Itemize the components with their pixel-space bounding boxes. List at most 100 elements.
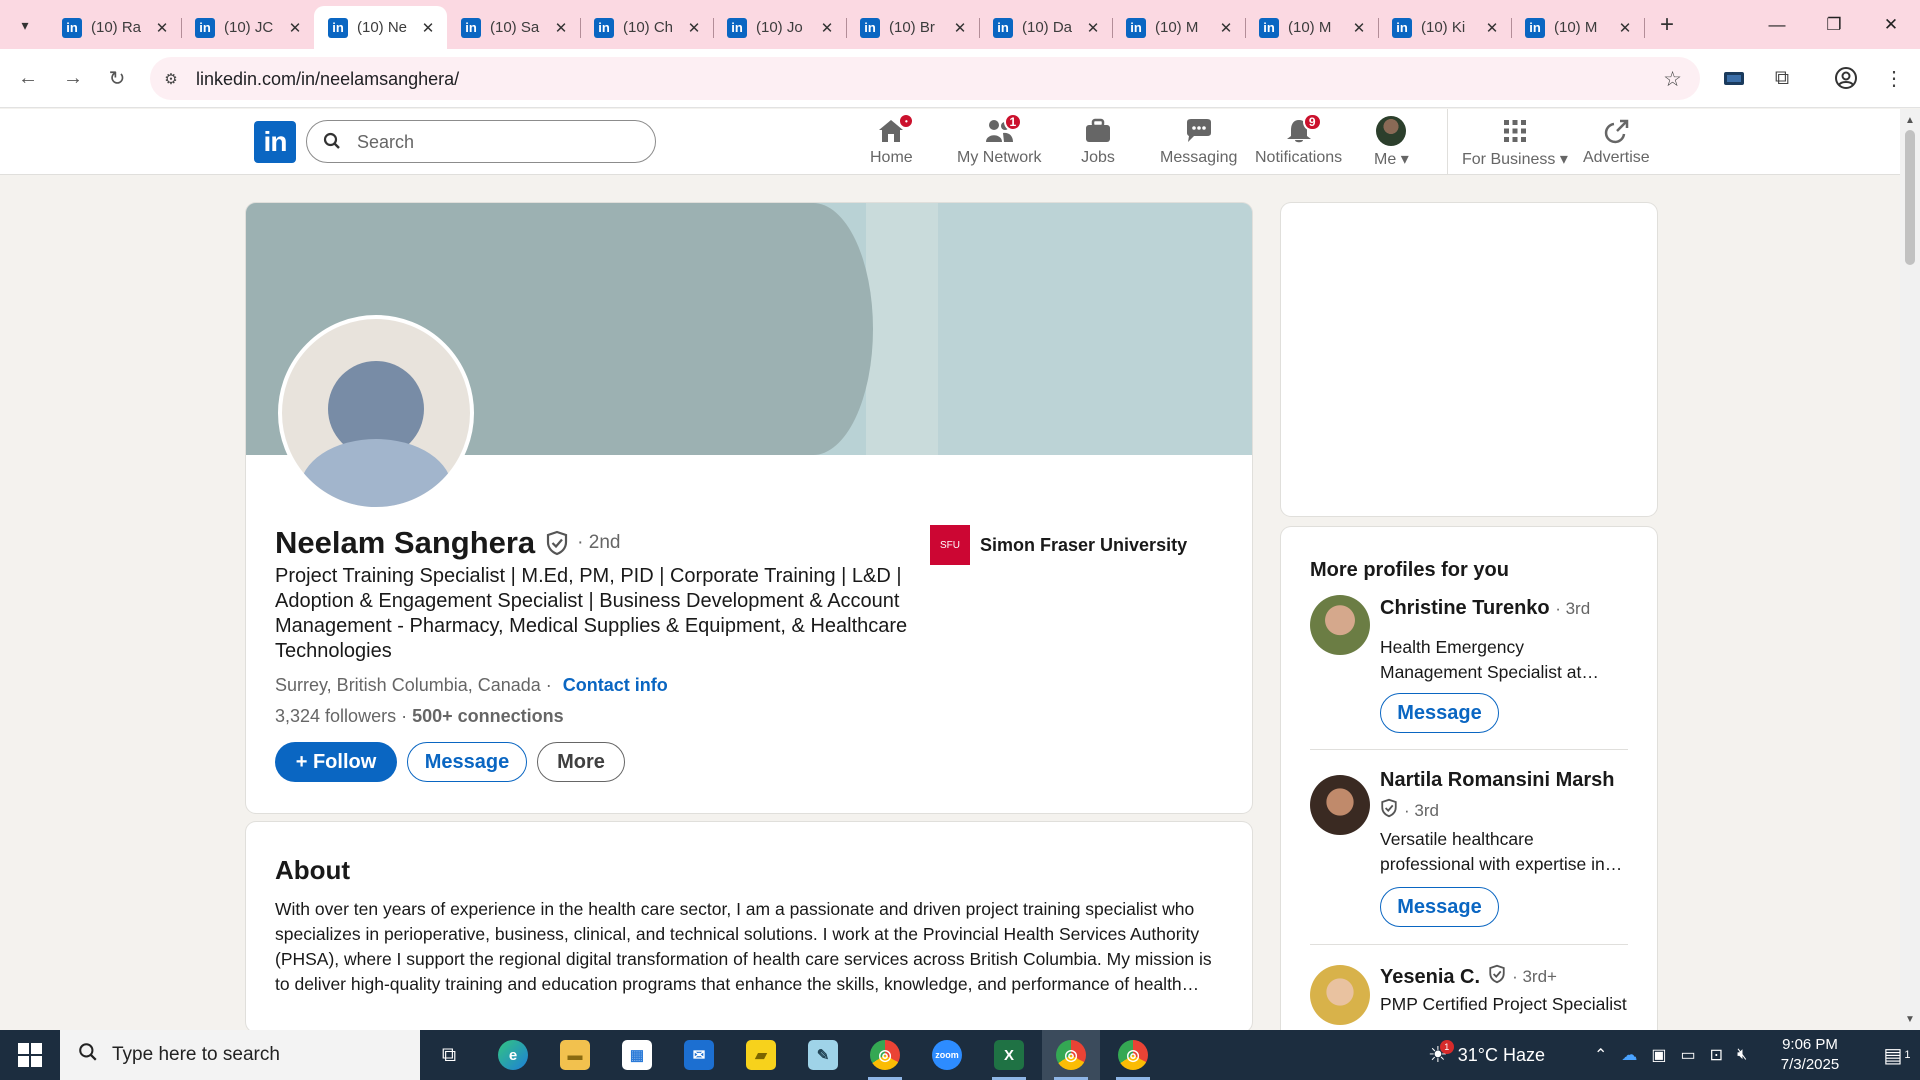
browser-tab[interactable]: in (10) M ✕ (1245, 6, 1379, 49)
tab-close-icon[interactable]: ✕ (153, 19, 171, 37)
scroll-up-icon[interactable]: ▲ (1903, 113, 1917, 127)
avatar[interactable] (1310, 595, 1370, 655)
close-window-button[interactable]: ✕ (1862, 0, 1920, 49)
browser-tab[interactable]: in (10) M ✕ (1112, 6, 1246, 49)
taskbar-clock[interactable]: 9:06 PM 7/3/2025 (1765, 1035, 1855, 1075)
suggested-message-button[interactable]: Message (1380, 693, 1499, 733)
restore-button[interactable]: ❐ (1805, 0, 1863, 49)
more-button[interactable]: More (537, 742, 625, 782)
suggested-name[interactable]: Christine Turenko · 3rd (1380, 597, 1630, 620)
notification-center-button[interactable]: ▤ 1 (1866, 1030, 1920, 1080)
grid-icon (1498, 115, 1532, 147)
taskbar-edge[interactable]: e (484, 1030, 542, 1080)
browser-menu-icon[interactable]: ⋮ (1880, 64, 1908, 92)
chevron-up-icon[interactable]: ⌃ (1594, 1045, 1607, 1065)
suggested-name-text[interactable]: Yesenia C. (1380, 966, 1480, 989)
network-status-icon[interactable]: ⊡ (1710, 1045, 1723, 1065)
extension-icon[interactable] (1720, 64, 1748, 92)
connections-count[interactable]: 500+ connections (412, 706, 564, 726)
linkedin-logo[interactable]: in (254, 121, 296, 163)
tab-close-icon[interactable]: ✕ (286, 19, 304, 37)
divider (1310, 944, 1628, 945)
tab-close-icon[interactable]: ✕ (552, 19, 570, 37)
volume-icon[interactable]: 🔇︎ (1737, 1046, 1747, 1064)
start-button[interactable] (0, 1030, 60, 1080)
bookmark-star-icon[interactable]: ☆ (1663, 67, 1682, 92)
avatar[interactable] (1310, 775, 1370, 835)
search-box[interactable] (306, 120, 656, 163)
search-input[interactable] (357, 129, 637, 155)
taskbar-mail[interactable]: ✉ (670, 1030, 728, 1080)
taskbar-file-explorer[interactable]: ▬ (546, 1030, 604, 1080)
tab-close-icon[interactable]: ✕ (951, 19, 969, 37)
suggested-name[interactable]: Nartila Romansini Marsh (1380, 769, 1630, 792)
reload-button[interactable]: ↻ (101, 62, 133, 94)
taskbar-zoom[interactable]: zoom (918, 1030, 976, 1080)
url-text[interactable]: linkedin.com/in/neelamsanghera/ (196, 69, 459, 90)
scroll-down-icon[interactable]: ▼ (1903, 1012, 1917, 1026)
task-view-button[interactable]: ⧉ (420, 1030, 478, 1080)
browser-tab[interactable]: in (10) Sa ✕ (447, 6, 581, 49)
tab-close-icon[interactable]: ✕ (419, 19, 437, 37)
taskbar-notepad[interactable]: ✎ (794, 1030, 852, 1080)
tab-close-icon[interactable]: ✕ (685, 19, 703, 37)
profile-education[interactable]: SFU Simon Fraser University (930, 525, 1187, 565)
avatar[interactable] (1310, 965, 1370, 1025)
nav-for-business[interactable]: For Business ▾ (1462, 115, 1568, 171)
address-bar[interactable]: ⚙ linkedin.com/in/neelamsanghera/ ☆ (150, 57, 1700, 100)
browser-tab[interactable]: in (10) JC ✕ (181, 6, 315, 49)
tab-close-icon[interactable]: ✕ (1483, 19, 1501, 37)
tab-close-icon[interactable]: ✕ (1084, 19, 1102, 37)
nav-home[interactable]: • Home (870, 113, 915, 171)
follow-button[interactable]: + Follow (275, 742, 397, 782)
scrollbar-thumb[interactable] (1905, 130, 1915, 265)
nav-advertise[interactable]: Advertise (1583, 115, 1650, 171)
site-info-icon[interactable]: ⚙ (160, 68, 182, 90)
nav-jobs[interactable]: Jobs (1081, 115, 1115, 171)
taskbar-sticky-notes[interactable]: ▰ (732, 1030, 790, 1080)
camera-icon[interactable]: ▣ (1651, 1045, 1666, 1065)
browser-tab-active[interactable]: in (10) Ne ✕ (314, 6, 447, 49)
back-button[interactable]: ← (12, 62, 44, 94)
browser-tab[interactable]: in (10) Br ✕ (846, 6, 980, 49)
battery-icon[interactable]: ▭ (1681, 1045, 1696, 1065)
forward-button[interactable]: → (57, 62, 89, 94)
browser-tab[interactable]: in (10) Da ✕ (979, 6, 1113, 49)
tab-close-icon[interactable]: ✕ (1616, 19, 1634, 37)
message-button[interactable]: Message (407, 742, 527, 782)
browser-tab[interactable]: in (10) Ch ✕ (580, 6, 714, 49)
minimize-button[interactable]: — (1748, 0, 1806, 49)
nav-me[interactable]: Me ▾ (1374, 115, 1409, 171)
nav-my-network[interactable]: 1 My Network (957, 113, 1041, 171)
new-tab-button[interactable]: + (1652, 10, 1682, 40)
taskbar-search[interactable]: Type here to search (60, 1030, 420, 1080)
browser-tab[interactable]: in (10) Jo ✕ (713, 6, 847, 49)
profile-photo[interactable] (278, 315, 474, 511)
suggested-name[interactable]: Yesenia C. · 3rd+ (1380, 964, 1630, 990)
taskbar-chrome-2[interactable]: ◎ (1104, 1030, 1162, 1080)
taskbar-search-placeholder[interactable]: Type here to search (112, 1044, 280, 1066)
profile-icon[interactable] (1832, 64, 1860, 92)
tab-title: (10) Ch (623, 19, 674, 36)
tab-search-dropdown-icon[interactable]: ▾ (10, 10, 40, 40)
tab-close-icon[interactable]: ✕ (1350, 19, 1368, 37)
weather-widget[interactable]: ☀ 1 31°C Haze (1428, 1030, 1545, 1080)
browser-tab[interactable]: in (10) Ki ✕ (1378, 6, 1512, 49)
taskbar-store[interactable]: ▦ (608, 1030, 666, 1080)
tab-title: (10) Da (1022, 19, 1073, 36)
taskbar-chrome-active[interactable]: ◎ (1042, 1030, 1100, 1080)
browser-tab[interactable]: in (10) Ra ✕ (48, 6, 182, 49)
tab-close-icon[interactable]: ✕ (818, 19, 836, 37)
nav-notifications[interactable]: 9 Notifications (1255, 113, 1342, 171)
onedrive-icon[interactable]: ☁ (1621, 1045, 1637, 1065)
taskbar-excel[interactable]: X (980, 1030, 1038, 1080)
verified-shield-icon[interactable] (545, 530, 569, 556)
contact-info-link[interactable]: Contact info (563, 675, 668, 695)
suggested-name-text[interactable]: Christine Turenko (1380, 597, 1550, 619)
nav-messaging[interactable]: Messaging (1160, 115, 1237, 171)
taskbar-chrome[interactable]: ◎ (856, 1030, 914, 1080)
tab-close-icon[interactable]: ✕ (1217, 19, 1235, 37)
extensions-puzzle-icon[interactable]: ⧉ (1768, 64, 1796, 92)
browser-tab[interactable]: in (10) M ✕ (1511, 6, 1645, 49)
suggested-message-button[interactable]: Message (1380, 887, 1499, 927)
